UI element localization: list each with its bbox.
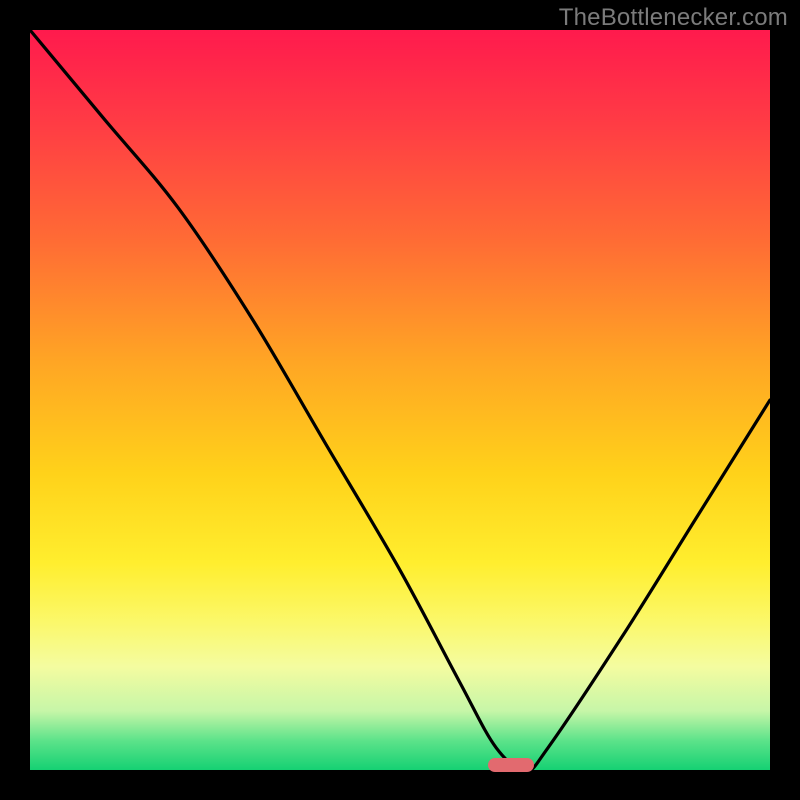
optimal-marker — [488, 758, 534, 772]
curve-svg — [30, 30, 770, 770]
watermark-text: TheBottlenecker.com — [559, 4, 788, 32]
plot-area — [30, 30, 770, 770]
chart-frame: TheBottlenecker.com — [0, 0, 800, 800]
bottleneck-curve — [30, 30, 770, 770]
